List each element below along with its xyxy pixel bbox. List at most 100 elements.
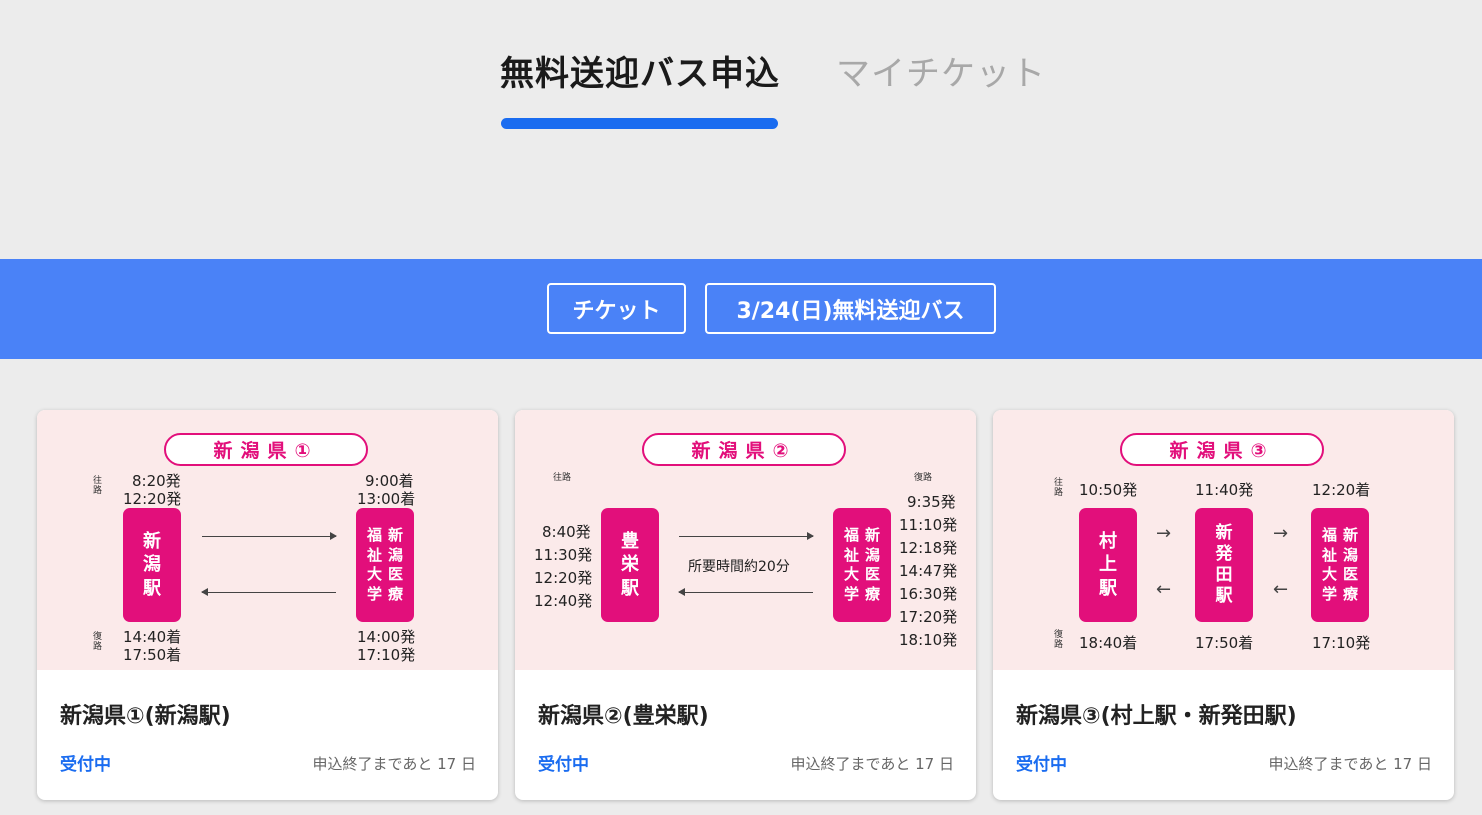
- badge-char: 新: [1343, 526, 1359, 544]
- time-label: 17:50着: [123, 646, 182, 664]
- badge-char: 学: [843, 584, 859, 603]
- time-label: 18:40着: [1079, 634, 1138, 652]
- return-arrow: [678, 588, 813, 596]
- deadline-text: 申込終了まであと 17 日: [312, 755, 476, 773]
- time-label: 16:30発: [899, 585, 958, 603]
- outbound-label: 往路: [93, 476, 103, 497]
- badge-char: 潟: [865, 545, 881, 564]
- badge-char: 駅: [621, 577, 639, 599]
- badge-char: 豊: [621, 530, 639, 552]
- badge-char: 医: [865, 565, 881, 583]
- status-badge: 受付中: [538, 755, 589, 775]
- badge-char: 潟: [1343, 545, 1359, 564]
- badge-char: 発: [1215, 543, 1233, 564]
- badge-char: 駅: [1215, 586, 1233, 607]
- tab-my-ticket[interactable]: マイチケット: [836, 46, 1046, 95]
- time-label: 13:00着: [357, 490, 416, 508]
- left-arrow-icon: ←: [1156, 579, 1172, 600]
- badge-char: 大: [843, 565, 859, 583]
- badge-char: 田: [1215, 565, 1233, 585]
- outbound-label: 往路: [1054, 478, 1064, 499]
- return-label: 復路: [93, 632, 103, 653]
- badge-char: 新: [865, 526, 881, 544]
- badge-char: 新: [143, 530, 161, 552]
- station-badge-shibata: 新 発 田 駅: [1195, 508, 1253, 622]
- time-label: 11:10発: [899, 516, 958, 534]
- status-badge: 受付中: [60, 755, 111, 775]
- time-label: 12:40発: [534, 592, 593, 610]
- return-arrow: [201, 588, 336, 596]
- route-card-niigata-3[interactable]: 新潟県③ 往路 10:50発 11:40発 12:20着 村 上 駅 → ← 新…: [993, 410, 1454, 800]
- outbound-label: 往路: [553, 473, 572, 483]
- badge-char: 福: [1321, 526, 1337, 544]
- badge-char: 新: [388, 526, 404, 544]
- route-map-image: 新潟県① 往路 8:20発 12:20発 9:00着 13:00着 新 潟 駅 …: [37, 410, 498, 670]
- route-pill: 新潟県③: [1120, 433, 1324, 466]
- outbound-arrow: [679, 532, 814, 540]
- time-label: 17:10発: [357, 646, 416, 664]
- card-title: 新潟県②(豊栄駅): [538, 704, 709, 729]
- route-card-niigata-1[interactable]: 新潟県① 往路 8:20発 12:20発 9:00着 13:00着 新 潟 駅 …: [37, 410, 498, 800]
- badge-char: 医: [388, 565, 404, 583]
- badge-char: 大: [366, 565, 382, 583]
- time-label: 12:20発: [123, 490, 182, 508]
- route-map-image: 新潟県② 往路 復路 8:40発 11:30発 12:20発 12:40発 豊 …: [515, 410, 976, 670]
- breadcrumb-event-button[interactable]: 3/24(日)無料送迎バス: [705, 283, 996, 334]
- top-tabs: 無料送迎バス申込 マイチケット: [0, 40, 1482, 140]
- right-arrow-icon: →: [1156, 523, 1172, 544]
- tab-free-bus-apply[interactable]: 無料送迎バス申込: [500, 46, 780, 95]
- return-label: 復路: [1054, 630, 1064, 651]
- badge-char: 駅: [1099, 577, 1117, 599]
- badge-char: 新: [1215, 522, 1233, 543]
- card-title: 新潟県③(村上駅・新発田駅): [1016, 704, 1297, 729]
- route-card-niigata-2[interactable]: 新潟県② 往路 復路 8:40発 11:30発 12:20発 12:40発 豊 …: [515, 410, 976, 800]
- badge-char: 福: [843, 526, 859, 544]
- destination-station-badge: 福 祉 大 学 新 潟 医 療: [356, 508, 414, 622]
- badge-char: 祉: [1321, 545, 1337, 564]
- left-arrow-icon: ←: [1273, 579, 1289, 600]
- time-label: 14:47発: [899, 562, 958, 580]
- card-title: 新潟県①(新潟駅): [60, 704, 231, 729]
- badge-char: 学: [1321, 584, 1337, 603]
- time-label: 12:20着: [1312, 481, 1371, 499]
- time-label: 12:18発: [899, 539, 958, 557]
- breadcrumb-band: チケット 3/24(日)無料送迎バス: [0, 259, 1482, 359]
- badge-char: 学: [366, 584, 382, 603]
- active-tab-indicator: [501, 118, 778, 129]
- time-label: 10:50発: [1079, 481, 1138, 499]
- travel-time-note: 所要時間約20分: [688, 559, 790, 575]
- badge-char: 大: [1321, 565, 1337, 583]
- badge-char: 駅: [143, 577, 161, 599]
- badge-char: 村: [1099, 530, 1117, 552]
- badge-char: 上: [1099, 554, 1117, 576]
- badge-char: 潟: [388, 545, 404, 564]
- time-label: 11:40発: [1195, 481, 1254, 499]
- time-label: 17:50着: [1195, 634, 1254, 652]
- badge-char: 医: [1343, 565, 1359, 583]
- route-pill: 新潟県②: [642, 433, 846, 466]
- badge-char: 福: [366, 526, 382, 544]
- time-label: 12:20発: [534, 569, 593, 587]
- deadline-text: 申込終了まであと 17 日: [1268, 755, 1432, 773]
- station-badge-murakami: 村 上 駅: [1079, 508, 1137, 622]
- badge-char: 栄: [621, 554, 639, 576]
- return-label: 復路: [914, 473, 933, 483]
- deadline-text: 申込終了まであと 17 日: [790, 755, 954, 773]
- origin-station-badge: 豊 栄 駅: [601, 508, 659, 622]
- time-label: 18:10発: [899, 631, 958, 649]
- origin-station-badge: 新 潟 駅: [123, 508, 181, 622]
- outbound-arrow: [202, 532, 337, 540]
- time-label: 17:10発: [1312, 634, 1371, 652]
- destination-station-badge: 福 祉 大 学 新 潟 医 療: [833, 508, 891, 622]
- time-label: 11:30発: [534, 546, 593, 564]
- right-arrow-icon: →: [1273, 523, 1289, 544]
- destination-station-badge: 福 祉 大 学 新 潟 医 療: [1311, 508, 1369, 622]
- badge-char: 潟: [143, 554, 161, 576]
- time-label: 9:35発: [907, 493, 956, 511]
- route-pill: 新潟県①: [164, 433, 368, 466]
- badge-char: 療: [865, 584, 881, 603]
- route-map-image: 新潟県③ 往路 10:50発 11:40発 12:20着 村 上 駅 → ← 新…: [993, 410, 1454, 670]
- time-label: 17:20発: [899, 608, 958, 626]
- badge-char: 療: [1343, 584, 1359, 603]
- breadcrumb-ticket-button[interactable]: チケット: [547, 283, 686, 334]
